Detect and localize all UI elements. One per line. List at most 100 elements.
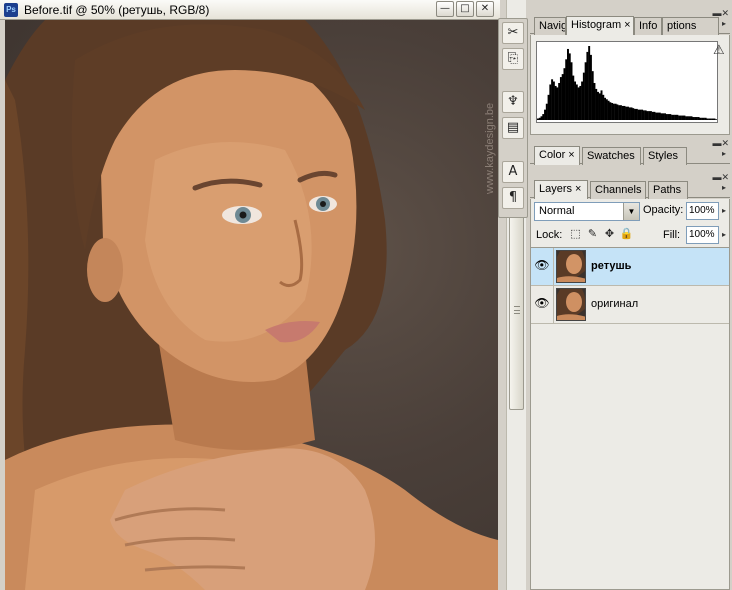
histogram-bin [618, 105, 621, 120]
histogram-bin [579, 85, 582, 120]
opacity-slider-icon[interactable]: ▸ [719, 202, 729, 220]
histogram-bin [655, 112, 658, 120]
histogram-bin [627, 106, 629, 120]
histogram-bin [561, 74, 564, 120]
tab-histogram[interactable]: Histogram × [566, 16, 634, 35]
lock-transparent-icon[interactable]: ⬚ [568, 226, 583, 241]
photoshop-icon: Ps [4, 3, 18, 17]
histogram-bin [713, 118, 716, 120]
blend-mode-select[interactable]: Normal ▼ [534, 202, 640, 221]
fill-input[interactable]: 100% [686, 226, 719, 244]
close-icon[interactable]: × [624, 19, 630, 31]
layer-list: 👁 ретушь 👁 оригинал [531, 247, 729, 587]
tab-channels[interactable]: Channels [590, 181, 646, 199]
histogram-bin [687, 116, 689, 120]
lock-position-icon[interactable]: ✥ [602, 226, 617, 241]
histogram-bin [537, 118, 539, 120]
tab-info[interactable]: Info [634, 17, 662, 35]
histogram-bin [676, 114, 679, 120]
histogram-bin [685, 116, 688, 120]
tab-swatches[interactable]: Swatches [582, 147, 641, 165]
histogram-bin [641, 109, 644, 120]
tab-histogram-label: Histogram [571, 19, 622, 31]
histogram-bin [665, 114, 668, 120]
histogram-bin [706, 118, 709, 120]
layer-row-original[interactable]: 👁 оригинал [531, 286, 729, 324]
tab-paths[interactable]: Paths [648, 181, 688, 199]
histogram-bin [547, 94, 550, 120]
color-tabbar: Color × Swatches Styles ▸ [530, 144, 730, 165]
chevron-down-icon[interactable]: ▼ [623, 203, 639, 220]
tab-layers-label: Layers [539, 183, 573, 195]
visibility-eye-icon[interactable]: 👁 [533, 294, 551, 312]
histogram-bin [572, 75, 575, 120]
tool-brush-preset-icon[interactable]: ✂ [502, 22, 524, 44]
lock-all-icon[interactable]: 🔒 [619, 226, 634, 241]
histogram-bin [577, 87, 580, 120]
histogram-bin [678, 115, 681, 120]
maximize-button[interactable]: □ [456, 1, 474, 17]
panel-menu-icon[interactable]: ▸ [719, 18, 729, 30]
histogram-bin [621, 105, 624, 120]
histogram-bin [715, 119, 718, 120]
histogram-bin [588, 46, 591, 120]
histogram-bin [611, 102, 614, 120]
histogram-bin [637, 109, 640, 120]
tool-character-icon[interactable]: A [502, 161, 524, 183]
tool-tool-presets-icon[interactable]: ♆ [502, 91, 524, 113]
histogram-bin [660, 113, 663, 120]
histogram-bin [630, 107, 633, 120]
document-title: Before.tif @ 50% (ретушь, RGB/8) [24, 3, 210, 17]
histogram-bin [575, 84, 578, 120]
histogram-bin [651, 111, 654, 120]
layer-name[interactable]: ретушь [591, 260, 631, 272]
layer-row-retouch[interactable]: 👁 ретушь [531, 248, 729, 286]
divider [553, 248, 554, 285]
layer-thumbnail [556, 250, 586, 283]
histogram-tabbar: Navig Histogram × Info ptions ▸ [530, 14, 730, 35]
docked-tool-strip: ✂ ⎘ ♆ ▤ A ¶ [498, 18, 528, 218]
close-icon[interactable]: × [575, 183, 581, 195]
histogram-bin [582, 72, 585, 120]
histogram-bin [669, 114, 672, 120]
scrollbar-thumb[interactable] [509, 210, 524, 410]
histogram-bin [662, 113, 665, 120]
histogram-bin [701, 117, 704, 120]
lock-image-icon[interactable]: ✎ [585, 226, 600, 241]
histogram-bin [683, 115, 686, 120]
panel-menu-icon[interactable]: ▸ [719, 182, 729, 194]
warning-icon[interactable]: ⚠ [713, 42, 725, 58]
histogram-bin [639, 109, 642, 120]
histogram-bin [545, 103, 548, 120]
histogram-bin [589, 54, 592, 120]
layer-name[interactable]: оригинал [591, 298, 638, 310]
tool-paragraph-icon[interactable]: ¶ [502, 187, 524, 209]
tab-styles[interactable]: Styles [643, 147, 687, 165]
histogram-bin [695, 117, 698, 120]
tool-clone-source-icon[interactable]: ⎘ [502, 48, 524, 70]
histogram-bin [674, 114, 677, 120]
histogram-bin [708, 118, 711, 120]
visibility-eye-icon[interactable]: 👁 [533, 256, 551, 274]
opacity-input[interactable]: 100% [686, 202, 719, 220]
close-icon[interactable]: × [568, 149, 574, 161]
minimize-button[interactable]: — [436, 1, 454, 17]
histogram-bin [574, 81, 577, 120]
histogram-bin [558, 83, 561, 120]
panels-dock: ▬✕ Navig Histogram × Info ptions ▸ ⚠ ▬✕ C… [528, 0, 732, 590]
histogram-bin [648, 111, 651, 120]
tool-layer-comps-icon[interactable]: ▤ [502, 117, 524, 139]
image-canvas[interactable]: www.kaydesign.be [5, 20, 498, 590]
panel-menu-icon[interactable]: ▸ [719, 148, 729, 160]
tab-options[interactable]: ptions [662, 17, 719, 35]
histogram-bin [604, 97, 607, 120]
histogram-bin [538, 117, 541, 120]
tab-layers[interactable]: Layers × [534, 180, 588, 199]
histogram-chart [537, 46, 718, 120]
histogram-bin [595, 88, 598, 120]
fill-slider-icon[interactable]: ▸ [719, 226, 729, 244]
tab-color[interactable]: Color × [534, 146, 580, 165]
close-button[interactable]: ✕ [476, 1, 494, 17]
tab-navigator[interactable]: Navig [534, 17, 566, 35]
document-title-bar[interactable]: Ps Before.tif @ 50% (ретушь, RGB/8) — □ … [0, 0, 500, 20]
